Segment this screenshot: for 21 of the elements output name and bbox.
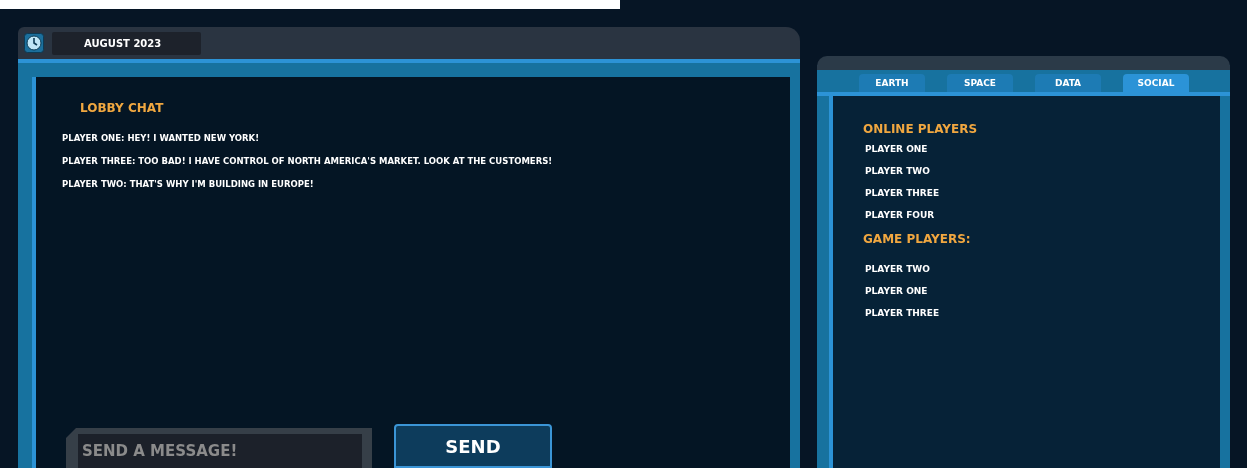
tab[interactable]: EARTH [859,74,925,92]
player-name: PLAYER TWO [865,264,931,274]
clock-icon [24,33,44,53]
player-name: PLAYER THREE [865,308,941,318]
tab[interactable]: DATA [1035,74,1101,92]
message-input[interactable]: SEND A MESSAGE! [66,428,372,468]
player-name: PLAYER TWO [865,166,931,176]
player-name: PLAYER ONE [865,286,929,296]
tab[interactable]: SOCIAL [1123,74,1189,92]
player-name: PLAYER THREE [865,188,941,198]
chat-message: PLAYER THREE: TOO BAD! I HAVE CONTROL OF NORTH AMERICA'S MARKET. LOOK AT THE CUSTOMERS! [62,156,554,166]
player-name: PLAYER ONE [865,144,929,154]
section-title: ONLINE PLAYERS [863,122,979,136]
date-label: AUGUST 2023 [52,31,202,55]
player-name: PLAYER FOUR [865,210,936,220]
tab[interactable]: SPACE [947,74,1013,92]
chat-message: PLAYER TWO: THAT'S WHY I'M BUILDING IN EUROPE! [62,179,315,189]
chat-message: PLAYER ONE: HEY! I WANTED NEW YORK! [62,133,261,143]
chat-title: LOBBY CHAT [80,101,165,115]
section-title: GAME PLAYERS: [863,232,972,246]
send-button[interactable]: SEND [394,424,552,468]
